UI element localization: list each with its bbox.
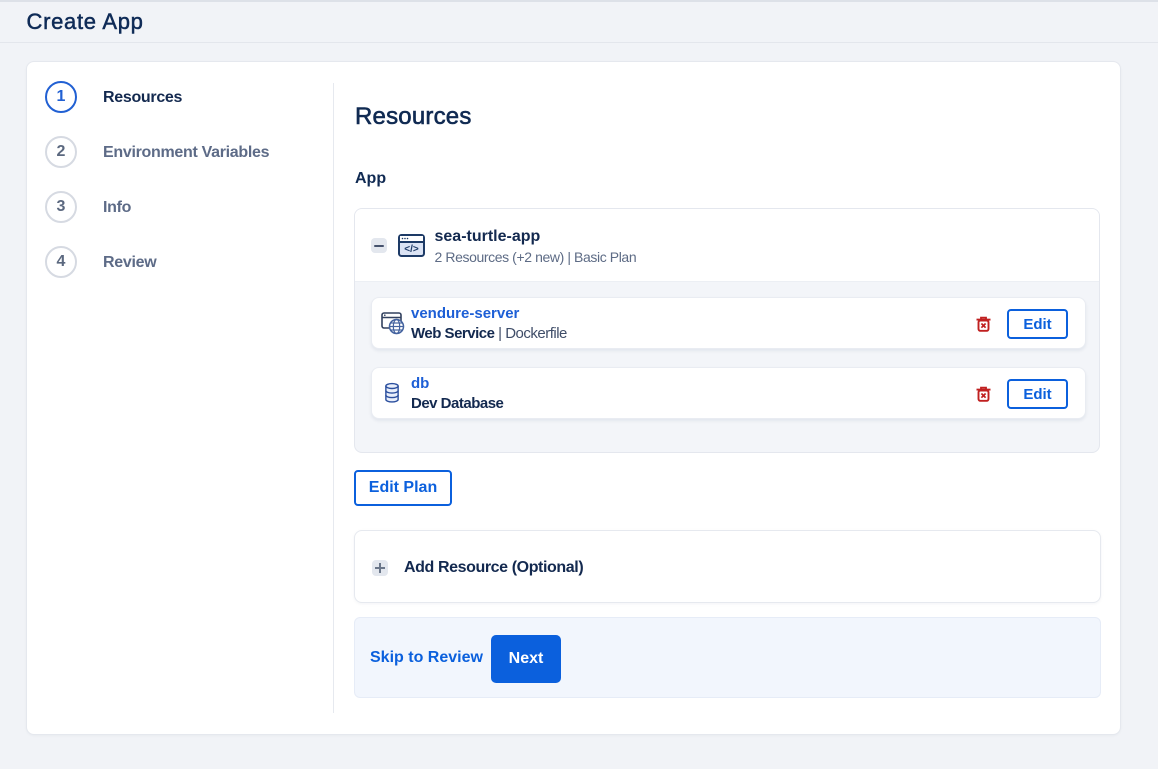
svg-text:</>: </> xyxy=(404,244,419,255)
